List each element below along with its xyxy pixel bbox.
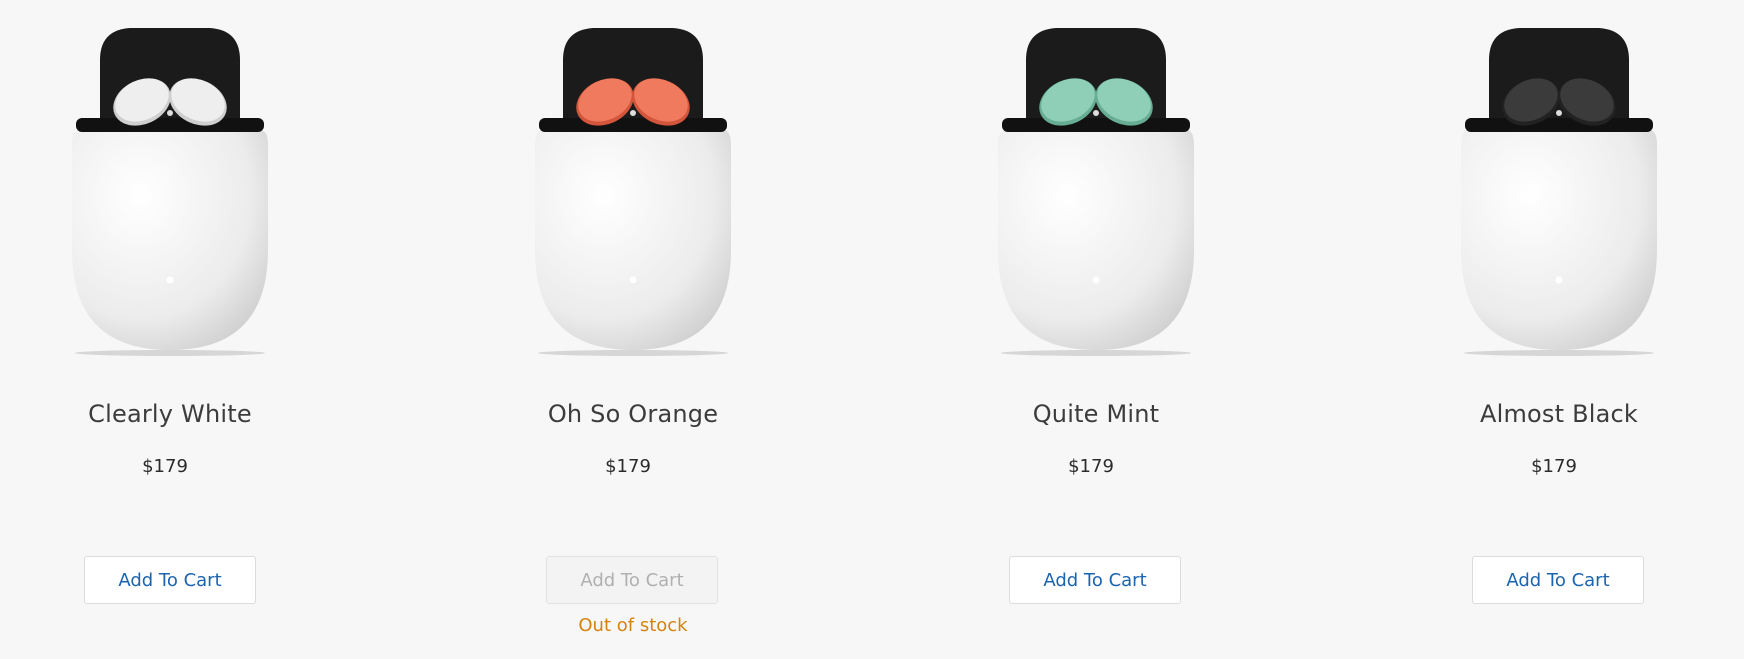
earbuds-case-image (535, 28, 731, 356)
product-name: Quite Mint (1032, 400, 1160, 428)
product-price: $179 (1068, 456, 1114, 477)
product-card-clearly-white: Clearly White $179 Add To Cart (30, 0, 310, 659)
product-name: Almost Black (1479, 400, 1639, 428)
out-of-stock-label: Out of stock (578, 615, 688, 636)
product-card-quite-mint: Quite Mint $179 Add To Cart (956, 0, 1236, 659)
add-to-cart-button[interactable]: Add To Cart (84, 556, 256, 604)
product-name: Oh So Orange (547, 400, 719, 428)
add-to-cart-button[interactable]: Add To Cart (1009, 556, 1181, 604)
earbuds-case-image (1461, 28, 1657, 356)
earbuds-case-image (72, 28, 268, 356)
product-card-oh-so-orange: Oh So Orange $179 Add To Cart Out of sto… (493, 0, 773, 659)
product-price: $179 (1531, 456, 1577, 477)
product-price: $179 (142, 456, 188, 477)
product-name: Clearly White (88, 400, 252, 428)
earbuds-case-image (998, 28, 1194, 356)
product-price: $179 (605, 456, 651, 477)
add-to-cart-button[interactable]: Add To Cart (1472, 556, 1644, 604)
add-to-cart-button-disabled: Add To Cart (546, 556, 718, 604)
product-card-almost-black: Almost Black $179 Add To Cart (1419, 0, 1699, 659)
